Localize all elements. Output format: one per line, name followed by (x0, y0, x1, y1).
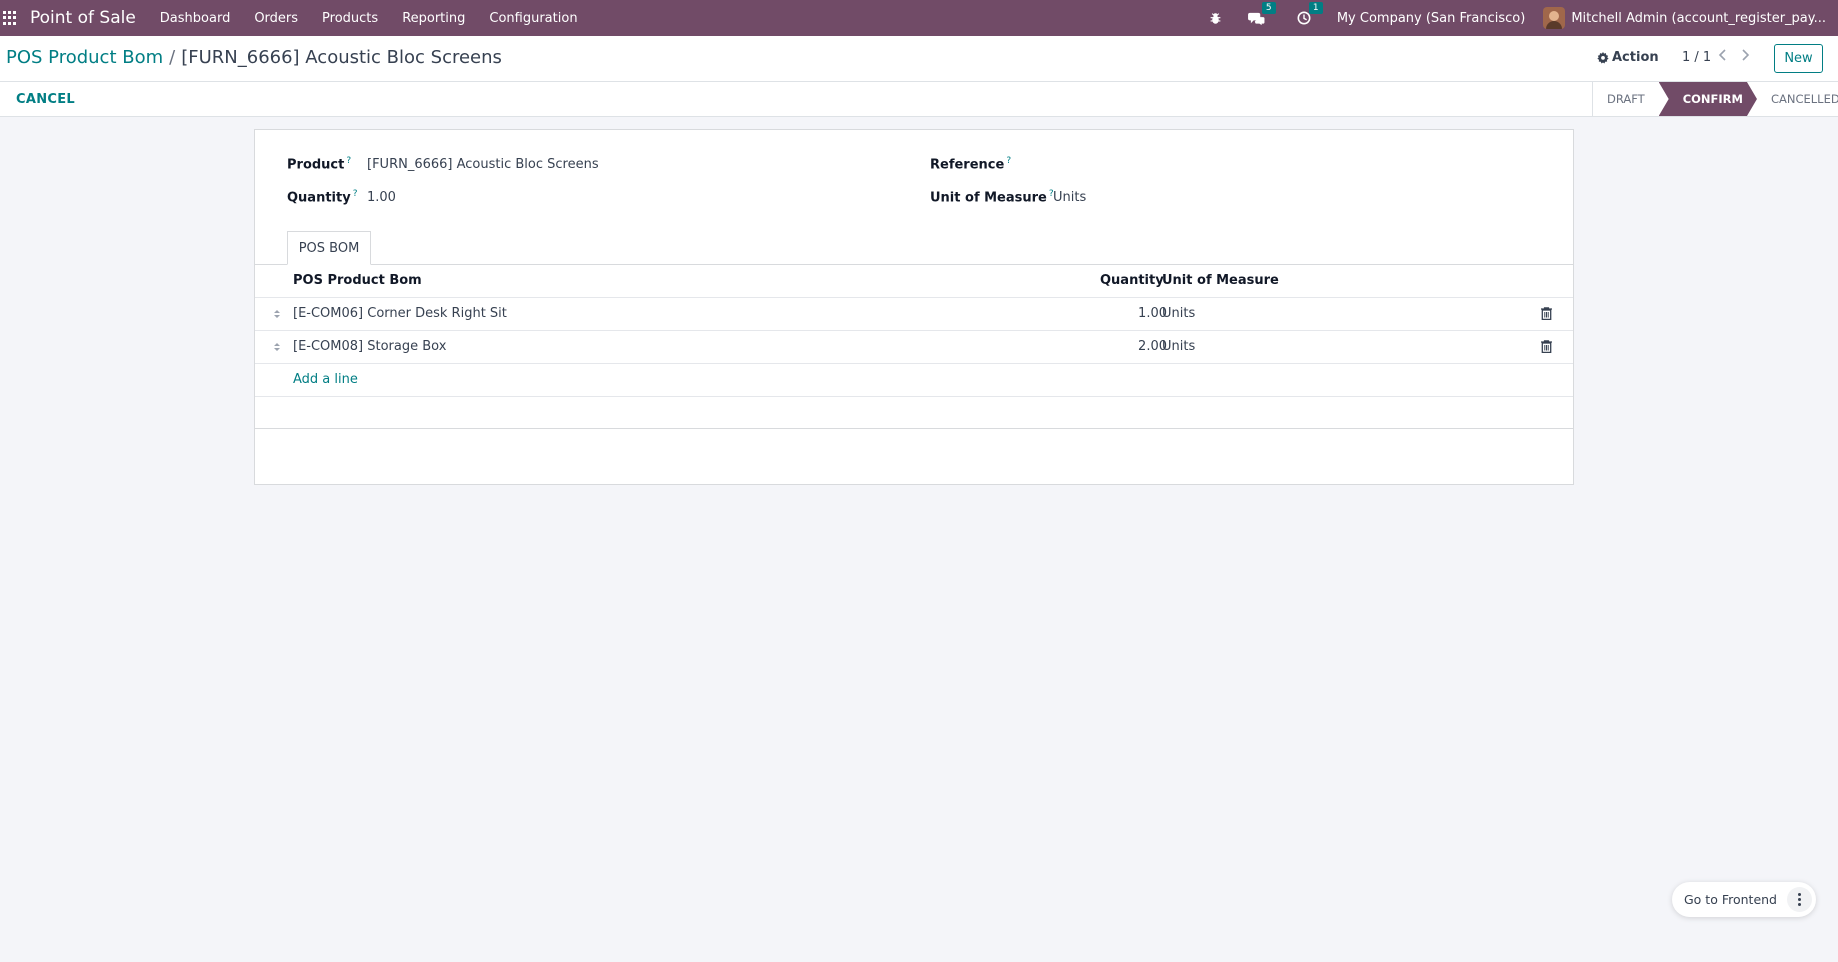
activities-count-badge: 1 (1308, 2, 1323, 14)
more-options-icon[interactable] (1787, 887, 1812, 912)
state-draft[interactable]: DRAFT (1593, 82, 1659, 116)
quantity-field[interactable]: 1.00 (367, 190, 396, 205)
help-tooltip-icon[interactable]: ? (353, 189, 358, 199)
drag-handle-icon[interactable] (273, 308, 281, 324)
row-product[interactable]: [E-COM06] Corner Desk Right Sit (293, 306, 507, 321)
control-panel: POS Product Bom / [FURN_6666] Acoustic Blo… (0, 36, 1838, 82)
table-header: POS Product Bom Quantity Unit of Measure (255, 265, 1573, 298)
product-field[interactable]: [FURN_6666] Acoustic Bloc Screens (367, 157, 599, 172)
breadcrumb-parent-link[interactable]: POS Product Bom (6, 47, 163, 68)
chevron-left-icon[interactable] (1718, 48, 1728, 66)
app-title[interactable]: Point of Sale (30, 8, 136, 28)
nav-products[interactable]: Products (310, 11, 390, 26)
breadcrumb: POS Product Bom / [FURN_6666] Acoustic Blo… (6, 47, 502, 68)
sheet-divider (255, 428, 1573, 429)
state-confirm[interactable]: CONFIRM (1659, 82, 1757, 116)
column-header-quantity[interactable]: Quantity (1100, 273, 1164, 288)
row-quantity[interactable]: 2.00 (1111, 339, 1167, 354)
debug-bug-icon[interactable] (1209, 12, 1222, 25)
row-uom[interactable]: Units (1162, 306, 1195, 321)
activities-clock-icon[interactable]: 1 (1297, 2, 1323, 25)
help-tooltip-icon[interactable]: ? (346, 156, 351, 166)
breadcrumb-current: [FURN_6666] Acoustic Bloc Screens (181, 47, 502, 68)
reference-field-label: Reference? (930, 156, 1012, 173)
pager-value[interactable]: 1 / 1 (1682, 50, 1711, 65)
column-header-product[interactable]: POS Product Bom (293, 273, 422, 288)
nav-reporting[interactable]: Reporting (390, 11, 477, 26)
add-line-row: Add a line (255, 364, 1573, 397)
nav-dashboard[interactable]: Dashboard (148, 11, 243, 26)
nav-configuration[interactable]: Configuration (477, 11, 589, 26)
table-row[interactable]: [E-COM06] Corner Desk Right Sit 1.00 Uni… (255, 298, 1573, 331)
company-switcher[interactable]: My Company (San Francisco) (1337, 11, 1525, 26)
breadcrumb-separator: / (169, 47, 176, 68)
form-sheet: Product? [FURN_6666] Acoustic Bloc Scree… (254, 129, 1574, 485)
row-uom[interactable]: Units (1162, 339, 1195, 354)
nav-orders[interactable]: Orders (242, 11, 310, 26)
user-avatar[interactable] (1543, 7, 1566, 29)
uom-field[interactable]: Units (1053, 190, 1086, 205)
top-navbar: Point of Sale Dashboard Orders Products … (0, 0, 1838, 36)
chevron-right-icon[interactable] (1740, 48, 1750, 66)
column-header-uom[interactable]: Unit of Measure (1162, 273, 1279, 288)
status-bar: CANCEL DRAFT CONFIRM CANCELLED (0, 82, 1838, 117)
cancel-button[interactable]: CANCEL (16, 92, 75, 107)
action-label: Action (1612, 50, 1659, 65)
go-to-frontend-button[interactable]: Go to Frontend (1684, 892, 1777, 907)
messages-chat-icon[interactable]: 5 (1247, 1, 1276, 26)
trash-icon[interactable] (1541, 307, 1552, 324)
drag-handle-icon[interactable] (273, 341, 281, 357)
apps-menu-icon[interactable] (3, 11, 17, 25)
state-cancelled[interactable]: CANCELLED (1757, 82, 1838, 116)
frontend-floating-bar: Go to Frontend (1672, 882, 1816, 917)
trash-icon[interactable] (1541, 340, 1552, 357)
status-steps: DRAFT CONFIRM CANCELLED (1592, 82, 1838, 116)
add-line-link[interactable]: Add a line (293, 372, 358, 387)
action-menu-button[interactable]: Action (1597, 50, 1659, 65)
uom-field-label: Unit of Measure? (930, 189, 1054, 206)
table-row[interactable]: [E-COM08] Storage Box 2.00 Units (255, 331, 1573, 364)
new-record-button[interactable]: New (1774, 44, 1823, 73)
row-product[interactable]: [E-COM08] Storage Box (293, 339, 446, 354)
help-tooltip-icon[interactable]: ? (1006, 156, 1011, 166)
user-menu[interactable]: Mitchell Admin (account_register_pay... (1571, 11, 1826, 26)
row-quantity[interactable]: 1.00 (1111, 306, 1167, 321)
gear-icon (1597, 51, 1609, 64)
quantity-field-label: Quantity? (287, 189, 358, 206)
tab-pos-bom[interactable]: POS BOM (287, 231, 371, 265)
product-field-label: Product? (287, 156, 352, 173)
messages-count-badge: 5 (1261, 1, 1276, 14)
